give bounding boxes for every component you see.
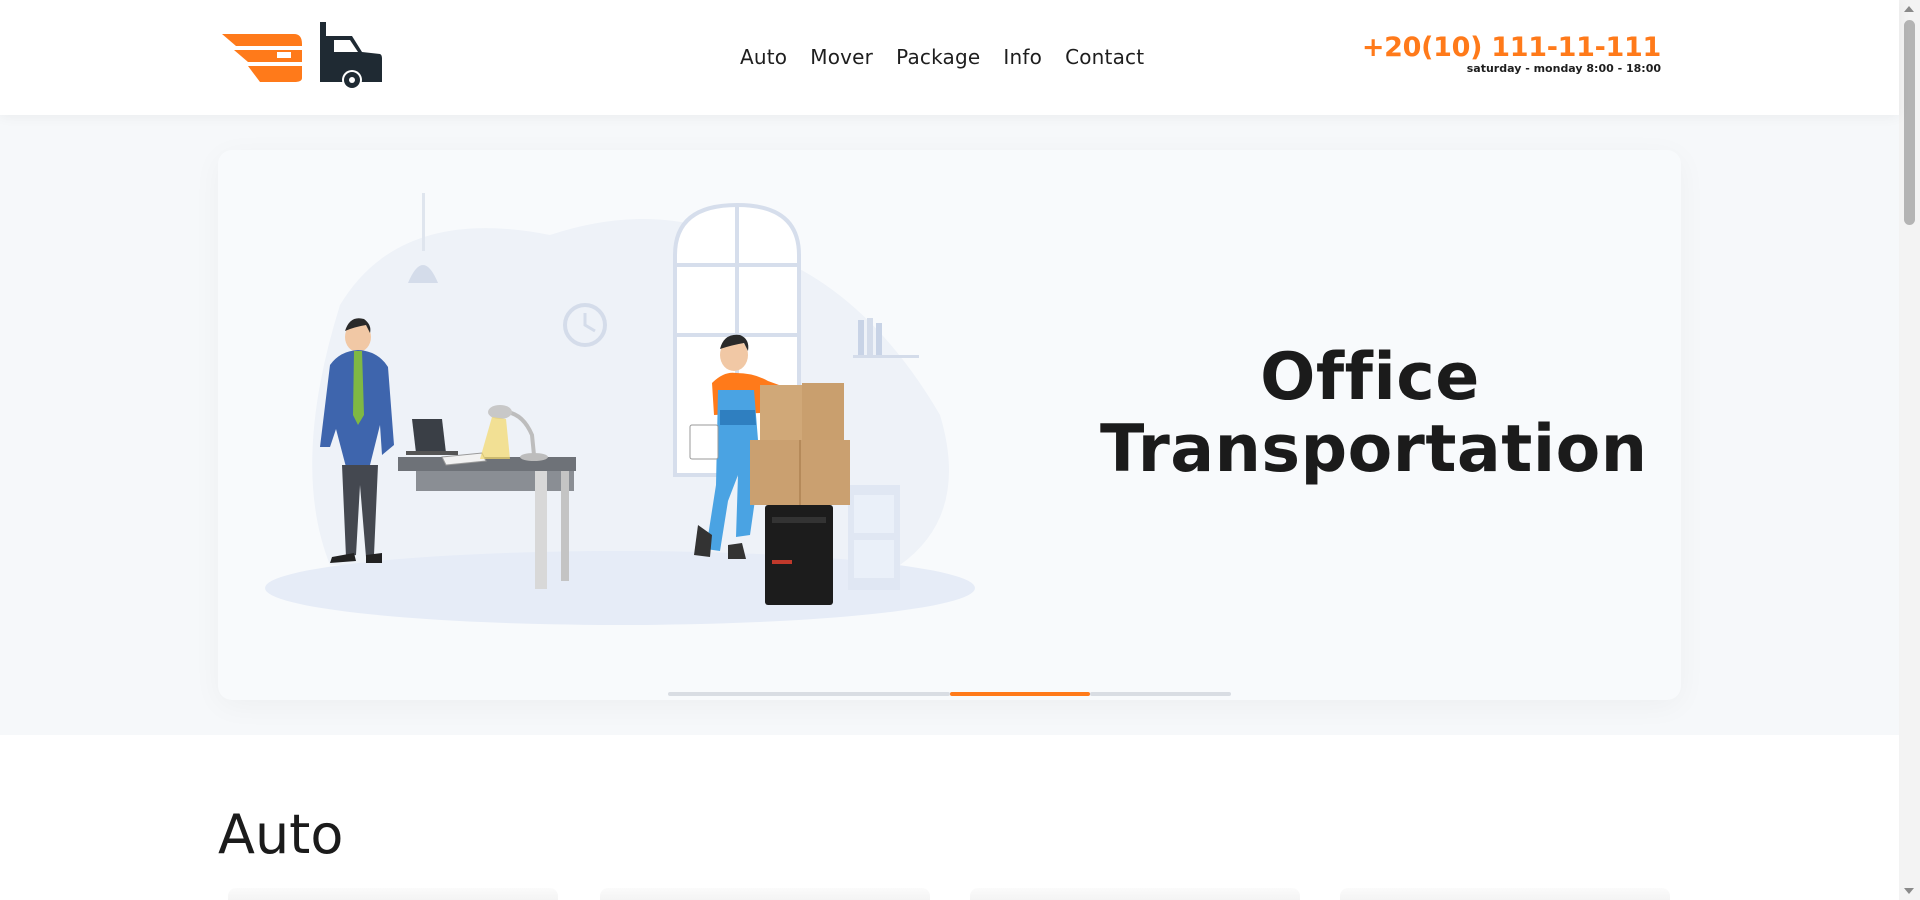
slider-dot-active[interactable] (950, 692, 1090, 696)
scroll-up-arrow-icon[interactable] (1904, 6, 1914, 12)
page: Auto Mover Package Info Contact +20(10) … (0, 0, 1920, 900)
scroll-thumb[interactable] (1904, 20, 1915, 225)
nav-info[interactable]: Info (1003, 42, 1042, 72)
nav-auto[interactable]: Auto (740, 42, 787, 72)
contact-block: +20(10) 111-11-111 saturday - monday 8:0… (1362, 32, 1661, 75)
nav-package[interactable]: Package (896, 42, 980, 72)
scroll-down-arrow-icon[interactable] (1904, 888, 1914, 894)
service-card-3[interactable] (970, 888, 1300, 900)
section-title-auto: Auto (218, 803, 344, 866)
slider-dot-3[interactable] (1090, 692, 1231, 696)
main-nav: Auto Mover Package Info Contact (740, 42, 1167, 72)
phone-number[interactable]: +20(10) 111-11-111 (1362, 32, 1661, 64)
logo[interactable] (222, 22, 382, 90)
nav-mover[interactable]: Mover (810, 42, 873, 72)
service-card-2[interactable] (600, 888, 930, 900)
hero-title: Office Transportation (1100, 340, 1648, 487)
site-header: Auto Mover Package Info Contact +20(10) … (0, 0, 1899, 115)
page-scrollbar[interactable] (1899, 0, 1920, 900)
hero-title-line1: Office (1260, 340, 1480, 415)
service-card-1[interactable] (228, 888, 558, 900)
slider-dot-1[interactable] (668, 692, 950, 696)
hero-title-line2: Transportation (1100, 412, 1648, 487)
slider-progress (668, 692, 1231, 696)
nav-contact[interactable]: Contact (1065, 42, 1144, 72)
truck-logo-icon (222, 22, 382, 90)
service-card-4[interactable] (1340, 888, 1670, 900)
office-moving-illustration (265, 193, 975, 625)
